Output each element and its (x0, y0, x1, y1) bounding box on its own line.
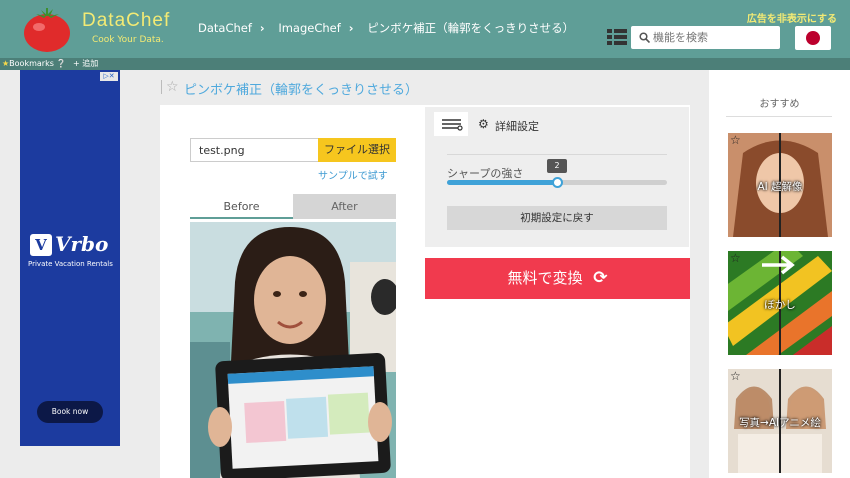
recommend-anime[interactable]: ☆ 写真→AIアニメ絵 (728, 369, 832, 473)
settings-divider (447, 154, 667, 155)
plus-icon: + (73, 59, 80, 68)
recommend-label: ぼかし (764, 299, 796, 311)
bookmarks-label: Bookmarks (9, 59, 54, 68)
vrbo-mark-icon: V (30, 234, 52, 256)
language-flag-button[interactable] (795, 26, 831, 50)
breadcrumb: DataChef › ImageChef › ピンボケ補正（輪郭をくっきりさせる） (198, 20, 582, 36)
ad-book-now-button[interactable]: Book now (37, 401, 103, 423)
add-bookmark-label: 追加 (82, 59, 99, 68)
settings-toggle-icon[interactable] (434, 112, 468, 136)
bookmarks-bar: ★Bookmarks ❔ + 追加 (0, 58, 850, 70)
help-icon: ❔ (56, 59, 67, 68)
breadcrumb-imagechef[interactable]: ImageChef (278, 21, 340, 35)
settings-panel: ⚙ 詳細設定 シャープの強さ 2 初期設定に戻す (425, 107, 689, 247)
star-icon[interactable]: ☆ (730, 369, 741, 383)
menu-grid-icon[interactable] (607, 29, 627, 45)
file-picker: test.png ファイル選択 (190, 138, 396, 162)
breadcrumb-datachef[interactable]: DataChef (198, 21, 252, 35)
star-icon[interactable]: ☆ (730, 133, 741, 147)
header: DataChef Cook Your Data. DataChef › Image… (0, 0, 850, 58)
recommend-blur[interactable]: ☆ ぼかし (728, 251, 832, 355)
choose-file-button[interactable]: ファイル選択 (318, 138, 396, 162)
advanced-settings-label[interactable]: 詳細設定 (495, 118, 539, 134)
title-divider (161, 80, 162, 94)
tab-after[interactable]: After (293, 194, 396, 219)
add-bookmark-button[interactable]: + 追加 (73, 58, 98, 70)
tomato-logo-icon[interactable] (22, 5, 72, 53)
recommend-label: 写真→AIアニメ絵 (739, 417, 821, 429)
left-ad-banner[interactable]: ▷✕ V Vrbo Private Vacation Rentals Book … (20, 70, 120, 446)
brand-name[interactable]: DataChef (82, 10, 170, 32)
favorite-star-icon[interactable]: ☆ (166, 79, 179, 95)
filename-field[interactable]: test.png (190, 138, 318, 162)
ad-brand: Vrbo (55, 232, 109, 256)
reset-defaults-button[interactable]: 初期設定に戻す (447, 206, 667, 230)
sharpness-label: シャープの強さ (447, 167, 524, 180)
vrbo-logo: V Vrbo (30, 232, 120, 258)
convert-label: 無料で変換 (507, 269, 583, 287)
sharpness-value: 2 (547, 159, 567, 173)
ad-choices-icon[interactable]: ▷✕ (100, 72, 118, 81)
search-box (631, 26, 780, 49)
brand-tagline: Cook Your Data. (92, 35, 164, 45)
bookmarks-button[interactable]: ★Bookmarks ❔ (2, 58, 66, 70)
recommend-label: AI 超解像 (757, 181, 803, 193)
sharpness-slider-thumb[interactable] (552, 177, 563, 188)
search-icon (639, 32, 650, 43)
ad-subtitle: Private Vacation Rentals (28, 260, 113, 268)
convert-button[interactable]: 無料で変換 ⟳ (425, 258, 690, 299)
recommend-ai-upscale[interactable]: ☆ AI 超解像 (728, 133, 832, 237)
breadcrumb-current: ピンボケ補正（輪郭をくっきりさせる） (367, 21, 575, 35)
japan-flag-icon (806, 31, 820, 45)
sharpness-slider[interactable]: 2 (447, 159, 667, 188)
sharpness-slider-fill (447, 180, 557, 185)
hide-ads-link[interactable]: 広告を非表示にする (747, 10, 837, 25)
recommended-title: おすすめ (759, 99, 800, 110)
tab-before[interactable]: Before (190, 194, 293, 219)
refresh-icon: ⟳ (593, 268, 608, 288)
chevron-right-icon: › (259, 21, 265, 35)
gear-icon: ⚙ (478, 117, 489, 131)
sidebar-divider (726, 116, 832, 117)
chevron-right-icon: › (348, 21, 354, 35)
page-title: ピンボケ補正（輪郭をくっきりさせる） (184, 83, 419, 98)
preview-image (190, 222, 396, 478)
search-input[interactable] (653, 29, 775, 46)
try-sample-link[interactable]: サンプルで試す (318, 167, 388, 182)
star-icon[interactable]: ☆ (730, 251, 741, 265)
